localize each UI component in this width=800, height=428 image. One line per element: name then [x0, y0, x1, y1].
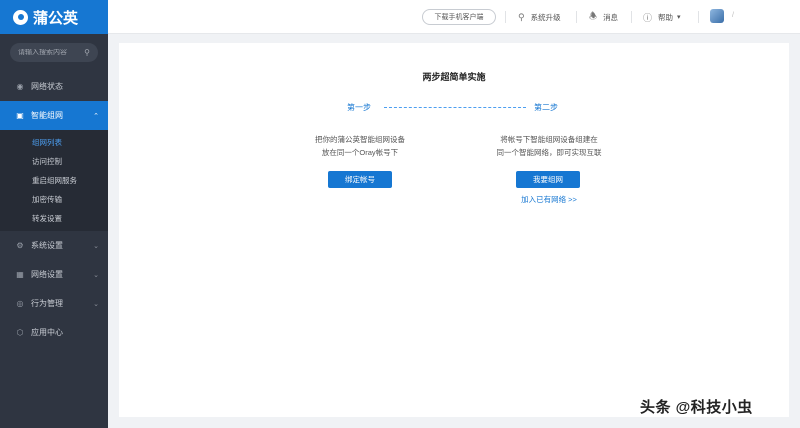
sidebar-item-system-settings[interactable]: ⚙ 系统设置 ⌄	[0, 231, 108, 260]
divider	[505, 11, 506, 23]
caret-down-icon: ▾	[677, 14, 681, 21]
help-icon: ⓘ	[643, 12, 653, 23]
divider	[698, 11, 699, 23]
step-one-desc-line2: 放在同一个Oray帐号下	[321, 148, 399, 157]
download-app-button[interactable]: 下载手机客户端	[422, 9, 496, 25]
upgrade-icon: ⚲	[518, 11, 525, 22]
step-one-desc-line1: 把你的蒲公英智能组网设备	[315, 135, 405, 144]
step-connector-line	[384, 107, 526, 108]
sidebar-item-label: 应用中心	[31, 328, 63, 337]
sidebar-subitem-forwarding[interactable]: 转发设置	[0, 209, 108, 228]
user-name[interactable]: /	[732, 12, 734, 19]
search-icon[interactable]: ⚲	[84, 48, 90, 57]
chevron-down-icon: ⌄	[93, 300, 99, 308]
behavior-icon: ◎	[16, 299, 24, 308]
sidebar-item-smart-networking[interactable]: ▣ 智能组网 ⌃	[0, 101, 108, 130]
step-two-desc-line1: 将帐号下智能组网设备组建在	[500, 135, 598, 144]
sidebar-submenu: 组网列表 访问控制 重启组网服务 加密传输 转发设置	[0, 130, 108, 231]
globe-icon: ◉	[16, 82, 24, 91]
gear-icon: ⚙	[16, 241, 24, 250]
step-two-label: 第二步	[534, 103, 558, 112]
system-upgrade-button[interactable]: ⚲ 系统升级	[518, 0, 561, 34]
network-settings-icon: ▦	[16, 270, 24, 279]
divider	[576, 11, 577, 23]
sidebar-item-app-center[interactable]: ⬡ 应用中心	[0, 318, 108, 347]
sidebar-subitem-access-control[interactable]: 访问控制	[0, 152, 108, 171]
app-center-icon: ⬡	[16, 328, 24, 337]
help-label: 帮助	[658, 12, 674, 22]
top-bar: 下载手机客户端 ⚲ 系统升级 🕭 消息 ⓘ 帮助 ▾ /	[108, 0, 800, 34]
bell-icon: 🕭	[589, 11, 598, 21]
sidebar-item-label: 网络状态	[31, 82, 63, 91]
sidebar-item-label: 智能组网	[31, 111, 63, 120]
messages-label: 消息	[603, 12, 619, 22]
system-upgrade-label: 系统升级	[530, 12, 561, 22]
step-two-description: 将帐号下智能组网设备组建在 同一个智能网络，即可实现互联	[479, 133, 619, 159]
messages-button[interactable]: 🕭 消息	[589, 0, 618, 34]
sidebar-item-behavior-management[interactable]: ◎ 行为管理 ⌄	[0, 289, 108, 318]
step-one-description: 把你的蒲公英智能组网设备 放在同一个Oray帐号下	[290, 133, 430, 159]
sidebar: 蒲公英 ⚲ ◉ 网络状态 ▣ 智能组网 ⌃ 组网列表 访问控制 重启组网服务 加…	[0, 0, 108, 428]
network-icon: ▣	[16, 111, 24, 120]
sidebar-item-label: 系统设置	[31, 241, 63, 250]
step-two-desc-line2: 同一个智能网络，即可实现互联	[496, 148, 602, 157]
join-existing-network-link[interactable]: 加入已有网络 >>	[479, 194, 619, 205]
chevron-down-icon: ⌄	[93, 242, 99, 250]
sidebar-subitem-network-list[interactable]: 组网列表	[0, 133, 108, 152]
sidebar-item-network-settings[interactable]: ▦ 网络设置 ⌄	[0, 260, 108, 289]
sidebar-item-network-status[interactable]: ◉ 网络状态	[0, 72, 108, 101]
avatar[interactable]	[710, 9, 724, 23]
sidebar-subitem-restart-service[interactable]: 重启组网服务	[0, 171, 108, 190]
help-menu-button[interactable]: ⓘ 帮助 ▾	[643, 0, 681, 34]
bind-account-button[interactable]: 绑定帐号	[328, 171, 392, 188]
page-title: 两步超简单实施	[422, 72, 486, 82]
logo-text: 蒲公英	[33, 9, 79, 27]
chevron-up-icon: ⌃	[93, 112, 99, 120]
step-one-label: 第一步	[347, 103, 371, 112]
divider	[631, 11, 632, 23]
watermark: 头条 @科技小虫	[640, 399, 753, 416]
chevron-down-icon: ⌄	[93, 271, 99, 279]
logo[interactable]: 蒲公英	[0, 0, 108, 34]
sidebar-item-label: 网络设置	[31, 270, 63, 279]
create-network-button[interactable]: 我要组网	[516, 171, 580, 188]
sidebar-subitem-encrypted-transfer[interactable]: 加密传输	[0, 190, 108, 209]
search-box: ⚲	[10, 43, 98, 62]
dandelion-logo-icon	[13, 9, 28, 25]
search-input[interactable]	[18, 49, 84, 56]
sidebar-item-label: 行为管理	[31, 299, 63, 308]
main-content-panel: 两步超简单实施 第一步 第二步 把你的蒲公英智能组网设备 放在同一个Oray帐号…	[119, 43, 789, 417]
